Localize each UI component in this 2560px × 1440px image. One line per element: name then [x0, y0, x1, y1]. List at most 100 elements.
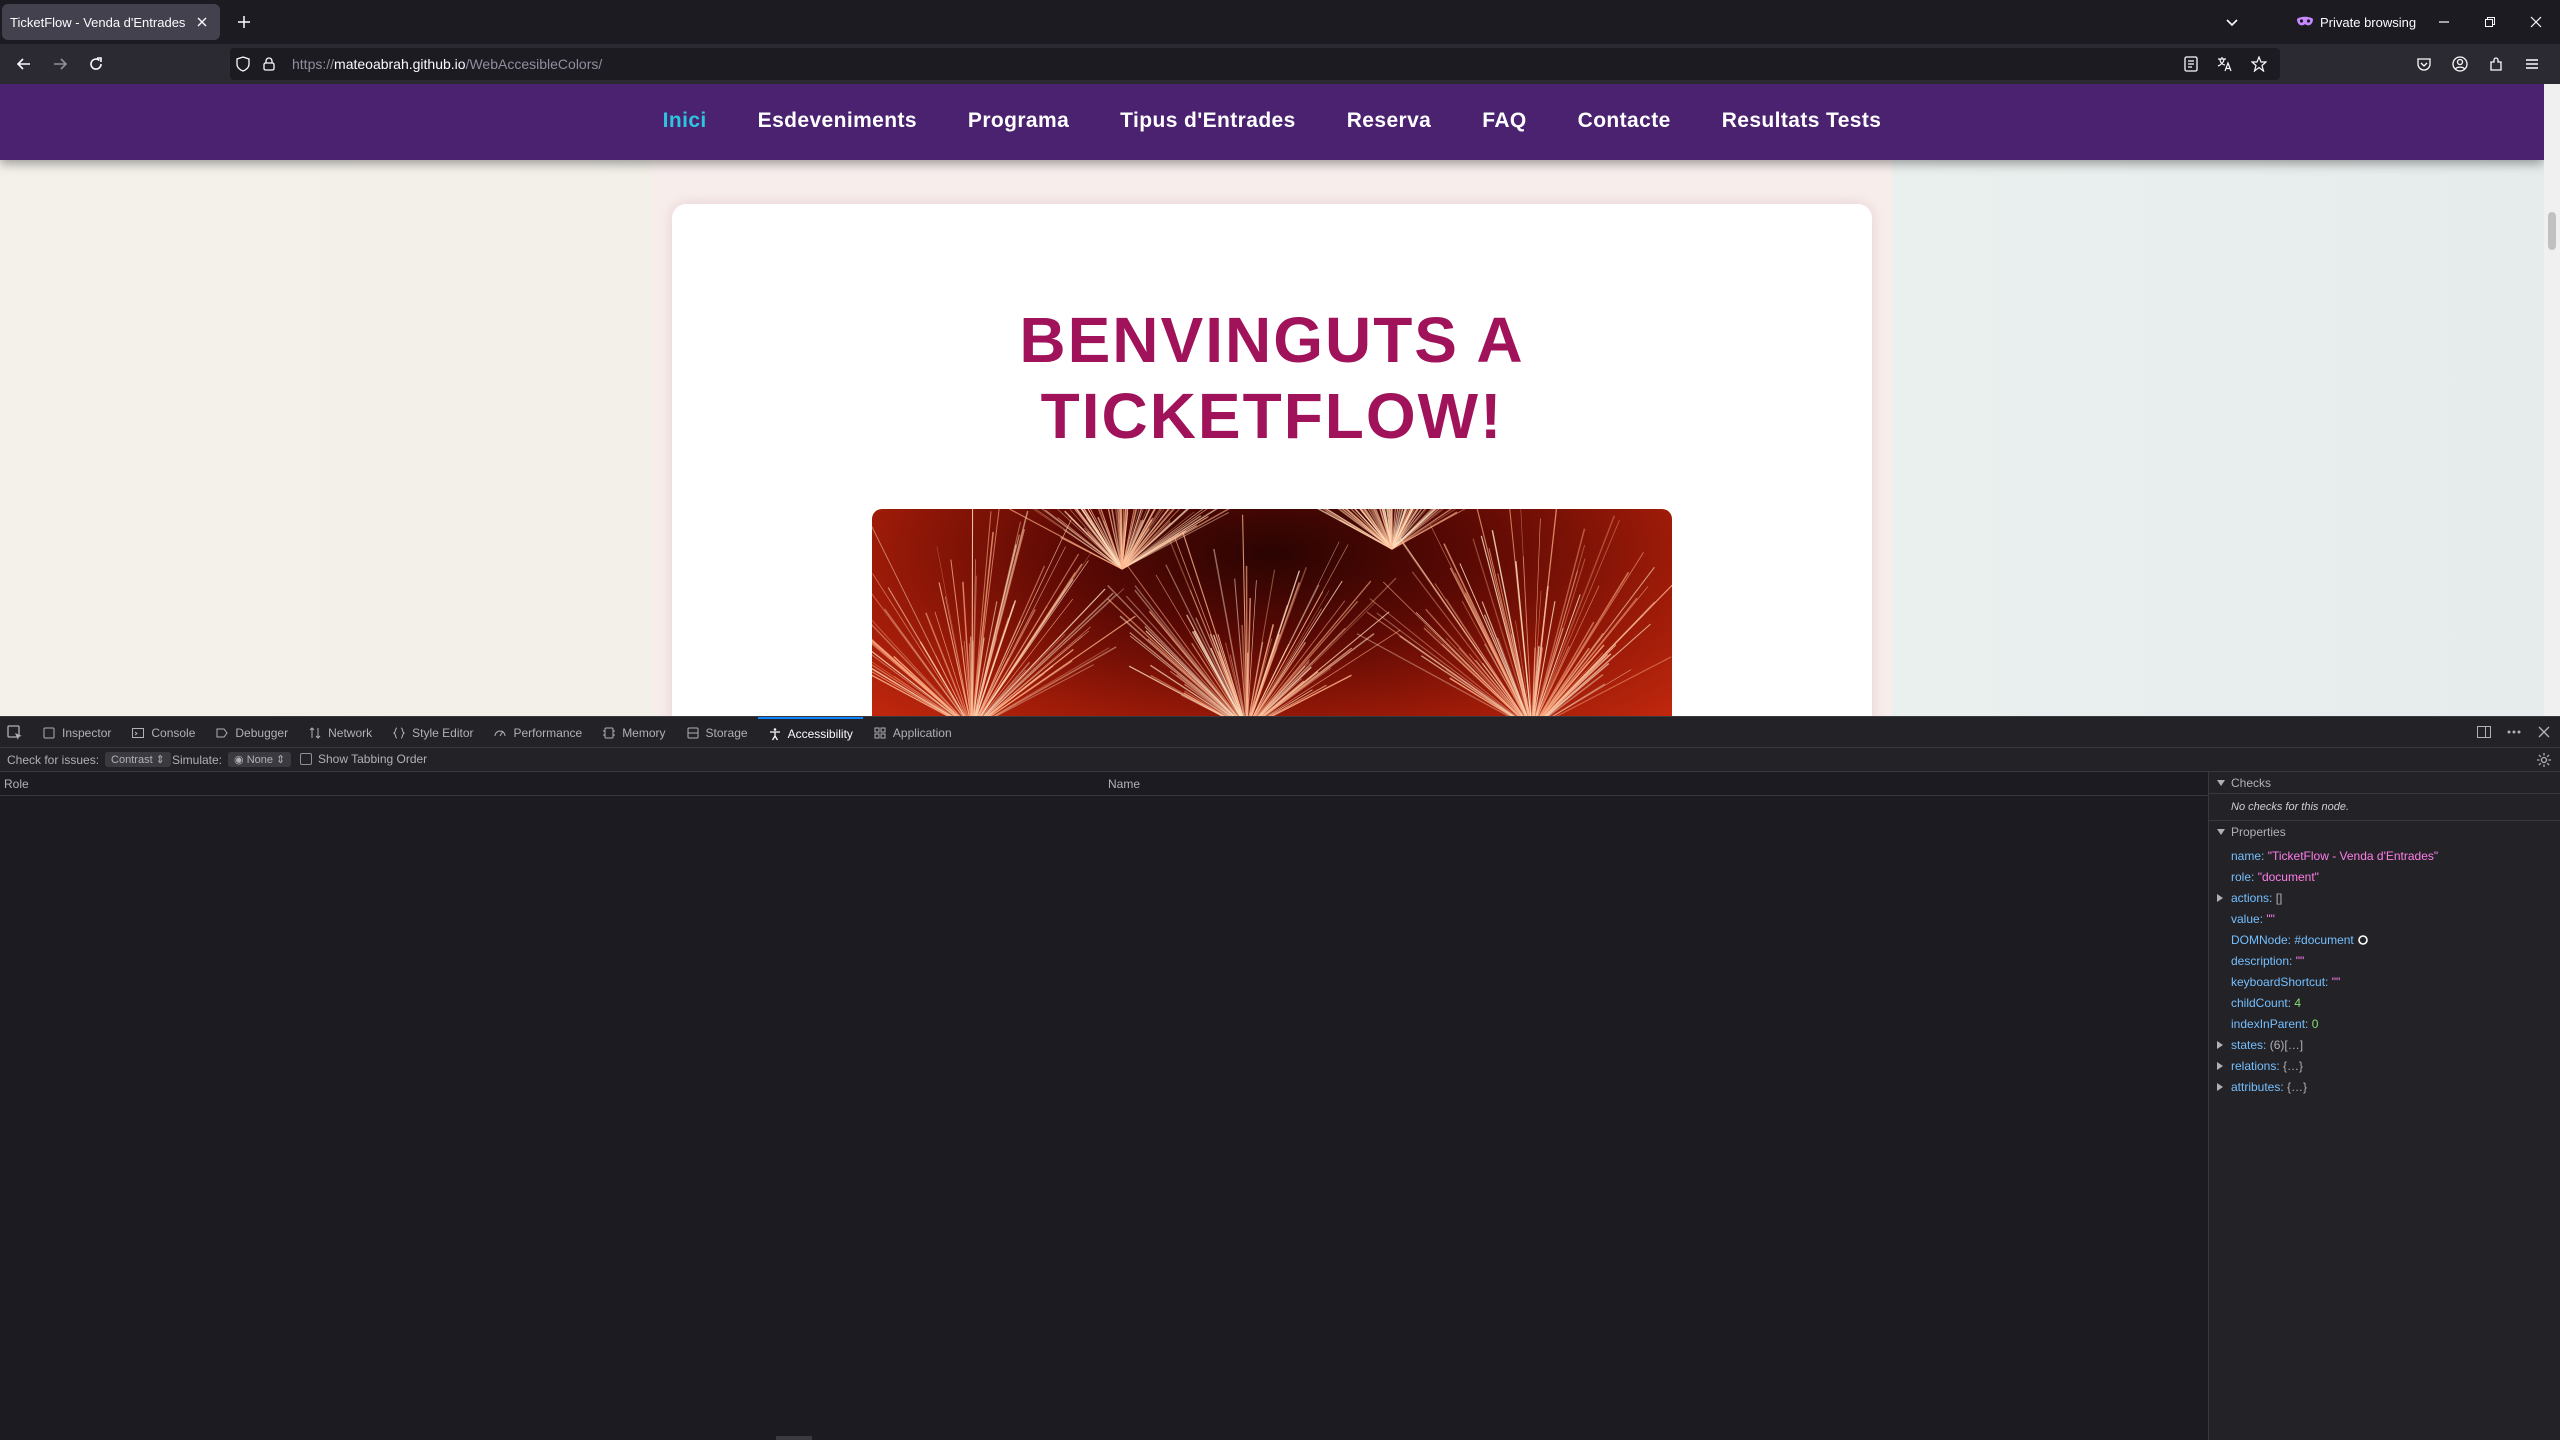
tab-network[interactable]: Network — [298, 717, 382, 748]
inspect-node-icon[interactable] — [2357, 934, 2369, 946]
tab-storage[interactable]: Storage — [676, 717, 758, 748]
inspector-icon — [43, 727, 55, 738]
minimize-icon[interactable] — [2432, 10, 2456, 34]
translate-icon[interactable] — [2214, 52, 2236, 76]
tab-inspector[interactable]: Inspector — [32, 717, 121, 748]
nav-link-inici[interactable]: Inici — [663, 109, 707, 133]
nav-link-reserva[interactable]: Reserva — [1347, 109, 1432, 133]
nav-link-resultats-tests[interactable]: Resultats Tests — [1722, 109, 1882, 133]
properties-section-header[interactable]: Properties — [2209, 821, 2560, 843]
reload-icon[interactable] — [84, 52, 108, 76]
tab-debugger[interactable]: Debugger — [205, 717, 298, 748]
simulate-select[interactable]: ◉ None ⇕ — [228, 752, 292, 767]
prop-domnode: DOMNode: #document — [2209, 929, 2560, 950]
check-issues-value: Contrast — [111, 754, 153, 766]
prop-value: 0 — [2311, 1016, 2319, 1031]
splitter-handle[interactable] — [776, 1436, 812, 1440]
hero-title: BENVINGUTS A TICKETFLOW! — [1019, 304, 1525, 452]
nav-link-faq[interactable]: FAQ — [1482, 109, 1526, 133]
nav-link-tipus-d-entrades[interactable]: Tipus d'Entrades — [1120, 109, 1296, 133]
tab-label: Network — [328, 725, 373, 740]
prop-value: "" — [2295, 953, 2305, 968]
nav-link-programa[interactable]: Programa — [968, 109, 1069, 133]
extensions-icon[interactable] — [2484, 52, 2508, 76]
list-tabs-icon[interactable] — [2220, 10, 2244, 34]
prop-key: relations: — [2231, 1058, 2280, 1073]
prop-key: actions: — [2231, 890, 2273, 905]
element-picker-icon[interactable] — [6, 724, 24, 742]
prop-attributes[interactable]: attributes: {…} — [2209, 1076, 2560, 1097]
expand-arrow-icon[interactable] — [2217, 1083, 2223, 1091]
browser-tab[interactable]: TicketFlow - Venda d'Entrades — [2, 4, 220, 40]
prop-index-in-parent: indexInParent: 0 — [2209, 1013, 2560, 1034]
col-role-header[interactable]: Role — [4, 777, 29, 791]
url-host: mateoabrah.github.io — [334, 56, 466, 72]
tab-accessibility[interactable]: Accessibility — [757, 717, 863, 748]
url-scheme: https:// — [292, 56, 335, 72]
application-icon — [874, 727, 886, 738]
scrollbar-thumb[interactable] — [2548, 212, 2556, 250]
simulate-label: Simulate: — [172, 752, 223, 767]
close-window-icon[interactable] — [2524, 10, 2548, 34]
prop-key: keyboardShortcut: — [2231, 974, 2329, 989]
prop-description: description: "" — [2209, 950, 2560, 971]
site-navigation: Inici Esdeveniments Programa Tipus d'Entrad… — [0, 84, 2544, 160]
tab-style-editor[interactable]: Style Editor — [382, 717, 483, 748]
reader-view-icon[interactable] — [2180, 52, 2202, 76]
tab-label: Application — [892, 725, 952, 740]
url-text[interactable]: https://mateoabrah.github.io/WebAccesibl… — [292, 56, 602, 72]
prop-actions[interactable]: actions: [] — [2209, 887, 2560, 908]
devtools-more-icon[interactable] — [2506, 724, 2522, 740]
prop-value: (6)[…] — [2269, 1037, 2304, 1052]
restore-icon[interactable] — [2478, 10, 2502, 34]
back-icon[interactable] — [12, 52, 36, 76]
nav-link-contacte[interactable]: Contacte — [1578, 109, 1671, 133]
menu-hamburger-icon[interactable] — [2520, 52, 2544, 76]
page-viewport: Inici Esdeveniments Programa Tipus d'Entrad… — [0, 84, 2544, 716]
prop-relations[interactable]: relations: {…} — [2209, 1055, 2560, 1076]
a11y-settings-gear-icon[interactable] — [2536, 752, 2552, 768]
accessibility-toolbar: Check for issues: Contrast ⇕ Simulate: ◉… — [0, 748, 2560, 772]
expand-arrow-icon[interactable] — [2217, 1041, 2223, 1049]
account-icon[interactable] — [2448, 52, 2472, 76]
new-tab-icon[interactable] — [232, 10, 256, 34]
a11y-tree-body[interactable] — [0, 796, 2208, 1440]
check-issues-select[interactable]: Contrast ⇕ — [105, 752, 171, 767]
expand-arrow-icon[interactable] — [2217, 894, 2223, 902]
close-devtools-icon[interactable] — [2536, 724, 2552, 740]
tabbing-order-label[interactable]: Show Tabbing Order — [318, 752, 427, 766]
tab-label: Inspector — [62, 725, 112, 740]
close-tab-icon[interactable] — [192, 12, 212, 32]
tab-application[interactable]: Application — [863, 717, 962, 748]
a11y-sidebar: Checks No checks for this node. Properti… — [2208, 772, 2560, 1440]
lock-icon[interactable] — [256, 57, 282, 71]
tabbing-order-checkbox[interactable] — [300, 753, 312, 765]
col-name-header[interactable]: Name — [1108, 777, 1140, 791]
tracking-protection-shield-icon[interactable] — [230, 56, 256, 72]
performance-icon — [494, 730, 506, 736]
debugger-icon — [216, 728, 229, 737]
checks-heading: Checks — [2231, 775, 2272, 790]
dock-side-icon[interactable] — [2476, 724, 2492, 740]
check-issues-label: Check for issues: — [7, 752, 100, 767]
prop-value: 4 — [2294, 995, 2302, 1010]
nav-link-esdeveniments[interactable]: Esdeveniments — [758, 109, 917, 133]
prop-role: role: "document" — [2209, 866, 2560, 887]
page-scrollbar[interactable] — [2544, 84, 2560, 716]
tab-memory[interactable]: Memory — [592, 717, 675, 748]
tab-label: Debugger — [235, 725, 289, 740]
forward-icon[interactable] — [48, 52, 72, 76]
tab-performance[interactable]: Performance — [483, 717, 592, 748]
tab-console[interactable]: Console — [121, 717, 205, 748]
prop-key: attributes: — [2231, 1079, 2284, 1094]
expand-arrow-icon[interactable] — [2217, 1062, 2223, 1070]
prop-value: "document" — [2257, 869, 2319, 884]
prop-key: value: — [2231, 911, 2264, 926]
checks-section-header[interactable]: Checks — [2209, 772, 2560, 794]
prop-key: indexInParent: — [2231, 1016, 2309, 1031]
address-bar[interactable]: https://mateoabrah.github.io/WebAccesibl… — [230, 48, 2280, 80]
prop-states[interactable]: states: (6)[…] — [2209, 1034, 2560, 1055]
pocket-icon[interactable] — [2412, 52, 2436, 76]
a11y-tree-header: Role Name — [0, 772, 2208, 796]
bookmark-star-icon[interactable] — [2248, 52, 2270, 76]
